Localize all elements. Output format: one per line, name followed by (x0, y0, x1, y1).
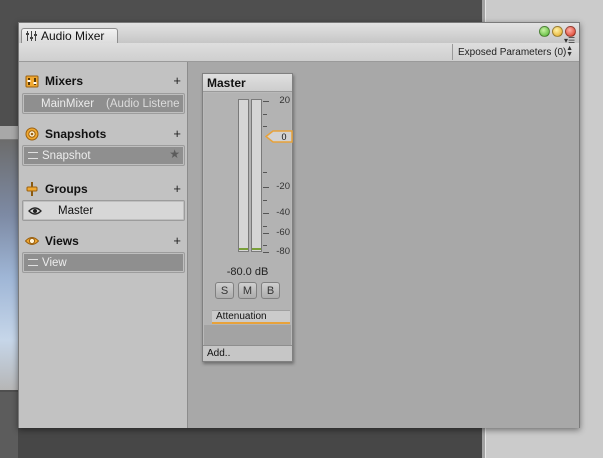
views-section-header: Views + (24, 233, 181, 249)
scale-tick (263, 126, 267, 127)
exposed-parameters-dropdown[interactable]: Exposed Parameters (0) ▲ ▼ (452, 44, 577, 60)
eye-icon[interactable] (28, 206, 42, 216)
editor-background-toolbar (0, 126, 18, 140)
scale-tick (263, 226, 267, 227)
scale-tick (263, 172, 267, 173)
mixers-icon (25, 74, 39, 88)
add-effect-label: Add.. (207, 348, 231, 359)
dropdown-arrows-icon: ▲ ▼ (566, 45, 573, 58)
audio-mixer-icon (26, 31, 37, 41)
tab-label: Audio Mixer (41, 29, 105, 43)
mixer-toolbar: Exposed Parameters (0) ▲ ▼ (19, 43, 579, 62)
drag-handle-icon[interactable] (28, 259, 38, 266)
solo-button[interactable]: S (215, 282, 234, 299)
views-title: Views (45, 234, 79, 248)
strip-header[interactable]: Master (203, 74, 292, 92)
add-mixer-button[interactable]: + (173, 73, 181, 88)
master-channel-strip: Master 20 -20 -40 -60 -80 0 -80.0 dB S M… (202, 73, 293, 362)
view-item[interactable]: View (24, 254, 183, 271)
snapshots-section-header: Snapshots + (25, 126, 181, 142)
groups-list: Master (22, 200, 185, 221)
level-readout: -80.0 dB (226, 266, 269, 278)
editor-background-lower (0, 392, 18, 458)
scale-tick (263, 245, 267, 246)
level-meter-right (251, 99, 262, 252)
effect-label: Attenuation (216, 311, 267, 322)
mixers-title: Mixers (45, 74, 84, 88)
mixer-name: MainMixer (41, 97, 95, 110)
effects-list-area (204, 325, 291, 345)
add-snapshot-button[interactable]: + (173, 126, 181, 141)
snapshot-item[interactable]: Snapshot ★ (24, 147, 183, 164)
zoom-window-button[interactable] (539, 26, 550, 37)
groups-section-header: Groups + (25, 181, 181, 197)
editor-background-bottom (18, 428, 482, 458)
scale-tick (263, 200, 267, 201)
scale-label: -60 (276, 227, 290, 238)
group-item[interactable]: Master (24, 202, 183, 219)
mute-button[interactable]: M (238, 282, 257, 299)
scale-label: -20 (276, 181, 290, 192)
bypass-button[interactable]: B (261, 282, 280, 299)
groups-title: Groups (45, 182, 88, 196)
tab-audio-mixer[interactable]: Audio Mixer (21, 28, 118, 43)
snapshot-icon (25, 127, 39, 141)
mixer-output: (Audio Listene (106, 97, 180, 110)
minimize-window-button[interactable] (552, 26, 563, 37)
audio-mixer-window: Audio Mixer ▾☰ Exposed Parameters (0) ▲ ▼… (18, 22, 580, 428)
mixers-section-header: Mixers + (25, 73, 181, 89)
snapshot-name: Snapshot (42, 149, 91, 162)
level-meter-left (238, 99, 249, 252)
mixer-sidebar: Mixers + MainMixer (Audio Listene Snapsh… (19, 62, 188, 428)
drag-handle-icon[interactable] (28, 152, 38, 159)
snapshots-title: Snapshots (45, 127, 107, 141)
scene-view-background (0, 140, 18, 390)
scale-tick (263, 114, 267, 115)
scale-label: 20 (279, 95, 290, 106)
mixers-list: MainMixer (Audio Listene (22, 93, 185, 114)
snapshots-list: Snapshot ★ (22, 145, 185, 166)
scale-label: -40 (276, 207, 290, 218)
groups-icon (25, 182, 39, 196)
add-group-button[interactable]: + (173, 181, 181, 196)
star-icon[interactable]: ★ (169, 147, 180, 161)
view-name: View (42, 256, 67, 269)
mixer-item[interactable]: MainMixer (Audio Listene (24, 95, 183, 112)
window-titlebar[interactable]: Audio Mixer ▾☰ (19, 23, 579, 45)
mixer-strips-area: Master 20 -20 -40 -60 -80 0 -80.0 dB S M… (188, 62, 579, 428)
scale-label: -80 (276, 246, 290, 257)
views-list: View (22, 252, 185, 273)
group-name: Master (58, 204, 94, 217)
fader-value: 0 (281, 131, 287, 142)
views-eye-icon (24, 234, 40, 248)
add-effect-button[interactable]: Add.. (203, 345, 292, 361)
effect-attenuation[interactable]: Attenuation (212, 310, 290, 324)
strip-name: Master (207, 75, 246, 90)
add-view-button[interactable]: + (173, 233, 181, 248)
exposed-parameters-label: Exposed Parameters (0) (458, 46, 567, 58)
